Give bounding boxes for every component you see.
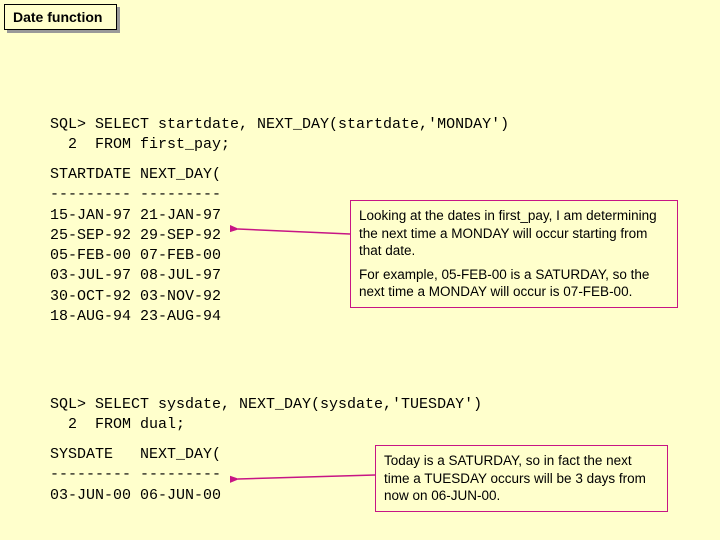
arrow-1 xyxy=(230,225,355,240)
sql-result-2: SYSDATE NEXT_DAY( --------- --------- 03… xyxy=(50,445,221,506)
annotation-box-1: Looking at the dates in first_pay, I am … xyxy=(350,200,678,308)
note1-para1: Looking at the dates in first_pay, I am … xyxy=(359,207,669,260)
sql-result-1: STARTDATE NEXT_DAY( --------- --------- … xyxy=(50,165,221,327)
title-text: Date function xyxy=(13,9,102,25)
arrow-2 xyxy=(230,470,380,485)
sql-query-2: SQL> SELECT sysdate, NEXT_DAY(sysdate,'T… xyxy=(50,395,482,436)
title-box: Date function xyxy=(4,4,117,30)
note2-text: Today is a SATURDAY, so in fact the next… xyxy=(384,453,646,503)
sql-query-1: SQL> SELECT startdate, NEXT_DAY(startdat… xyxy=(50,115,509,156)
annotation-box-2: Today is a SATURDAY, so in fact the next… xyxy=(375,445,668,512)
note1-para2: For example, 05-FEB-00 is a SATURDAY, so… xyxy=(359,266,669,301)
